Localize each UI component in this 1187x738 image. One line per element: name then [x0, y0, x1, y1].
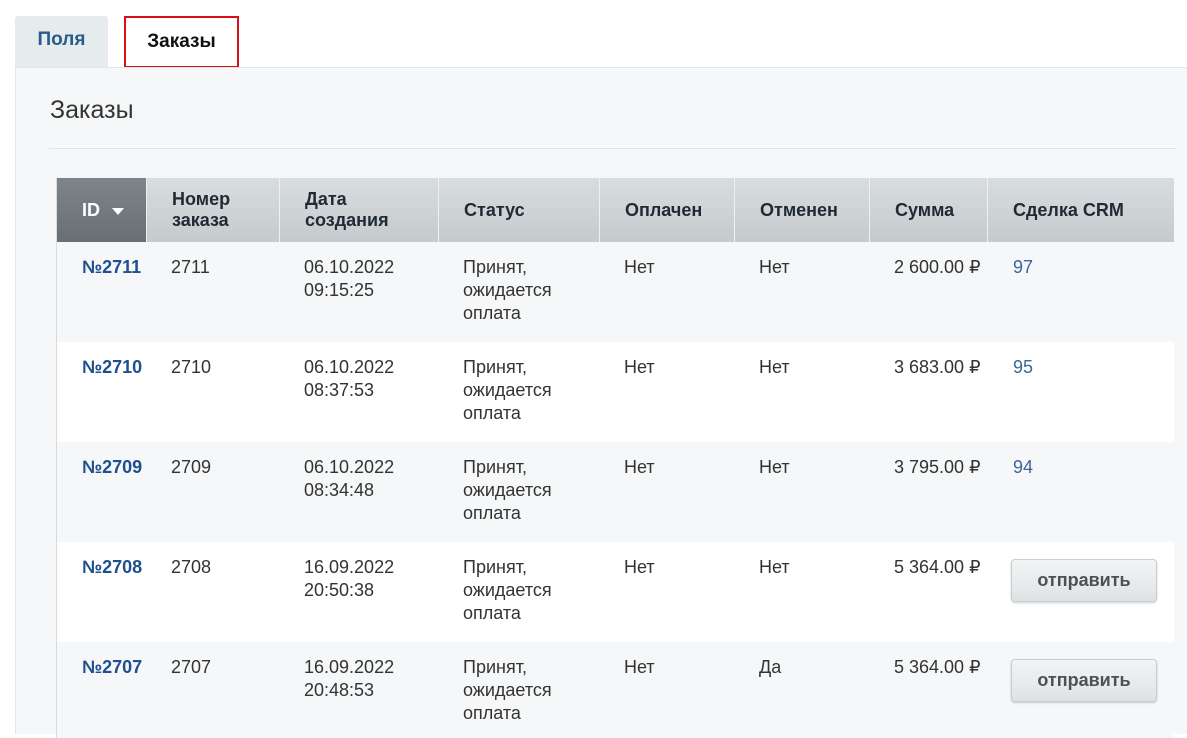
- sum-cell: 2 600.00 ₽: [894, 257, 981, 277]
- status-cell: Принят, ожидается оплата: [463, 557, 552, 623]
- created-time: 08:34:48: [304, 480, 375, 500]
- created-date-cell: 16.09.2022 20:50:38: [304, 556, 394, 602]
- order-number-cell: 2708: [171, 557, 212, 577]
- paid-cell: Нет: [624, 357, 655, 377]
- table-row: №2710 2710 06.10.2022 08:37:53 Принят, ожида…: [57, 342, 1174, 442]
- crm-deal-link[interactable]: 95: [1013, 357, 1033, 377]
- order-id-cell: №2710: [82, 356, 142, 379]
- crm-deal-link[interactable]: 97: [1013, 257, 1033, 277]
- column-header-sum[interactable]: Сумма: [870, 178, 988, 242]
- order-id-link[interactable]: №2710: [82, 357, 142, 377]
- table-row: №2707 2707 16.09.2022 20:48:53 Принят, ожида…: [57, 642, 1174, 738]
- page-title: Заказы: [50, 96, 134, 124]
- column-header-label: Сделка CRM: [1013, 199, 1124, 220]
- paid-cell: Нет: [624, 557, 655, 577]
- order-id-link[interactable]: №2711: [82, 257, 141, 277]
- created-date-cell: 16.09.2022 20:48:53: [304, 656, 394, 702]
- column-header-canceled[interactable]: Отменен: [735, 178, 870, 242]
- order-number-cell: 2710: [171, 357, 212, 377]
- crm-deal-cell: 95: [1013, 356, 1033, 379]
- created-date: 06.10.2022: [304, 257, 395, 277]
- order-number-cell: 2707: [171, 657, 212, 677]
- created-date: 16.09.2022: [304, 557, 395, 577]
- sum-cell: 3 683.00 ₽: [894, 357, 981, 377]
- column-header-label: Отменен: [760, 199, 838, 220]
- canceled-cell: Нет: [759, 457, 790, 477]
- table-row: №2709 2709 06.10.2022 08:34:48 Принят, ожида…: [57, 442, 1174, 542]
- sum-cell: 5 364.00 ₽: [894, 557, 981, 577]
- column-header-label: Статус: [464, 199, 525, 220]
- column-header-crm[interactable]: Сделка CRM: [988, 178, 1174, 242]
- column-header-number[interactable]: Номер заказа: [147, 178, 280, 242]
- tab-bar: Поля Заказы: [0, 0, 1187, 68]
- sum-cell: 5 364.00 ₽: [894, 657, 981, 677]
- crm-deal-link[interactable]: 94: [1013, 457, 1033, 477]
- table-header: ID Номер заказа Дата создания Статус Опл…: [57, 178, 1174, 242]
- order-number-cell: 2709: [171, 457, 212, 477]
- crm-deal-cell: 94: [1013, 456, 1033, 479]
- created-date-cell: 06.10.2022 09:15:25: [304, 256, 394, 302]
- created-time: 09:15:25: [304, 280, 375, 300]
- created-date: 06.10.2022: [304, 457, 395, 477]
- order-id-cell: №2707: [82, 656, 142, 679]
- order-id-cell: №2711: [82, 256, 141, 279]
- created-date-cell: 06.10.2022 08:34:48: [304, 456, 394, 502]
- column-header-label: Дата создания: [305, 189, 389, 230]
- orders-table: ID Номер заказа Дата создания Статус Опл…: [56, 178, 1174, 738]
- column-header-label: ID: [82, 199, 100, 220]
- send-to-crm-button[interactable]: отправить: [1011, 659, 1157, 702]
- canceled-cell: Да: [759, 657, 782, 677]
- order-id-cell: №2708: [82, 556, 142, 579]
- tab-fields[interactable]: Поля: [15, 16, 108, 68]
- status-cell: Принят, ожидается оплата: [463, 657, 552, 723]
- table-row: №2711 2711 06.10.2022 09:15:25 Принят, ожида…: [57, 242, 1174, 342]
- column-header-id[interactable]: ID: [57, 178, 147, 242]
- paid-cell: Нет: [624, 457, 655, 477]
- sort-desc-icon: [112, 208, 124, 215]
- crm-deal-cell: 97: [1013, 256, 1033, 279]
- column-header-label: Номер заказа: [172, 189, 231, 230]
- column-header-paid[interactable]: Оплачен: [600, 178, 735, 242]
- created-date: 06.10.2022: [304, 357, 395, 377]
- sum-cell: 3 795.00 ₽: [894, 457, 981, 477]
- status-cell: Принят, ожидается оплата: [463, 357, 552, 423]
- status-cell: Принят, ожидается оплата: [463, 457, 552, 523]
- created-time: 20:48:53: [304, 680, 375, 700]
- tab-orders[interactable]: Заказы: [124, 16, 239, 68]
- canceled-cell: Нет: [759, 357, 790, 377]
- created-date: 16.09.2022: [304, 657, 395, 677]
- column-header-label: Оплачен: [625, 199, 703, 220]
- column-header-date[interactable]: Дата создания: [280, 178, 439, 242]
- canceled-cell: Нет: [759, 557, 790, 577]
- column-header-label: Сумма: [895, 199, 955, 220]
- order-id-link[interactable]: №2709: [82, 457, 142, 477]
- order-id-link[interactable]: №2707: [82, 657, 142, 677]
- title-divider: [49, 148, 1177, 149]
- paid-cell: Нет: [624, 657, 655, 677]
- status-cell: Принят, ожидается оплата: [463, 257, 552, 323]
- order-id-link[interactable]: №2708: [82, 557, 142, 577]
- paid-cell: Нет: [624, 257, 655, 277]
- canceled-cell: Нет: [759, 257, 790, 277]
- created-time: 08:37:53: [304, 380, 375, 400]
- order-number-cell: 2711: [171, 257, 210, 277]
- column-header-status[interactable]: Статус: [439, 178, 600, 242]
- table-row: №2708 2708 16.09.2022 20:50:38 Принят, ожида…: [57, 542, 1174, 642]
- order-id-cell: №2709: [82, 456, 142, 479]
- send-to-crm-button[interactable]: отправить: [1011, 559, 1157, 602]
- orders-panel: Заказы ID Номер заказа Дата создания Ста…: [15, 67, 1187, 738]
- created-time: 20:50:38: [304, 580, 375, 600]
- created-date-cell: 06.10.2022 08:37:53: [304, 356, 394, 402]
